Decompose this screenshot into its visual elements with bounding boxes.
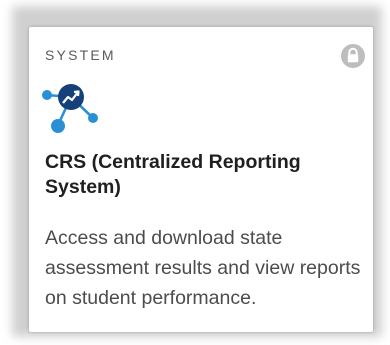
lock-icon <box>341 44 365 68</box>
card-header: SYSTEM <box>45 46 357 64</box>
card-title: CRS (Centralized Reporting System) <box>45 151 301 198</box>
app-card-crs[interactable]: SYSTEM CRS (Centralized Reporting System… <box>29 27 373 332</box>
card-description: Access and download state assessment res… <box>45 227 361 309</box>
category-label: SYSTEM <box>45 47 116 63</box>
crs-network-trend-icon <box>42 84 98 133</box>
